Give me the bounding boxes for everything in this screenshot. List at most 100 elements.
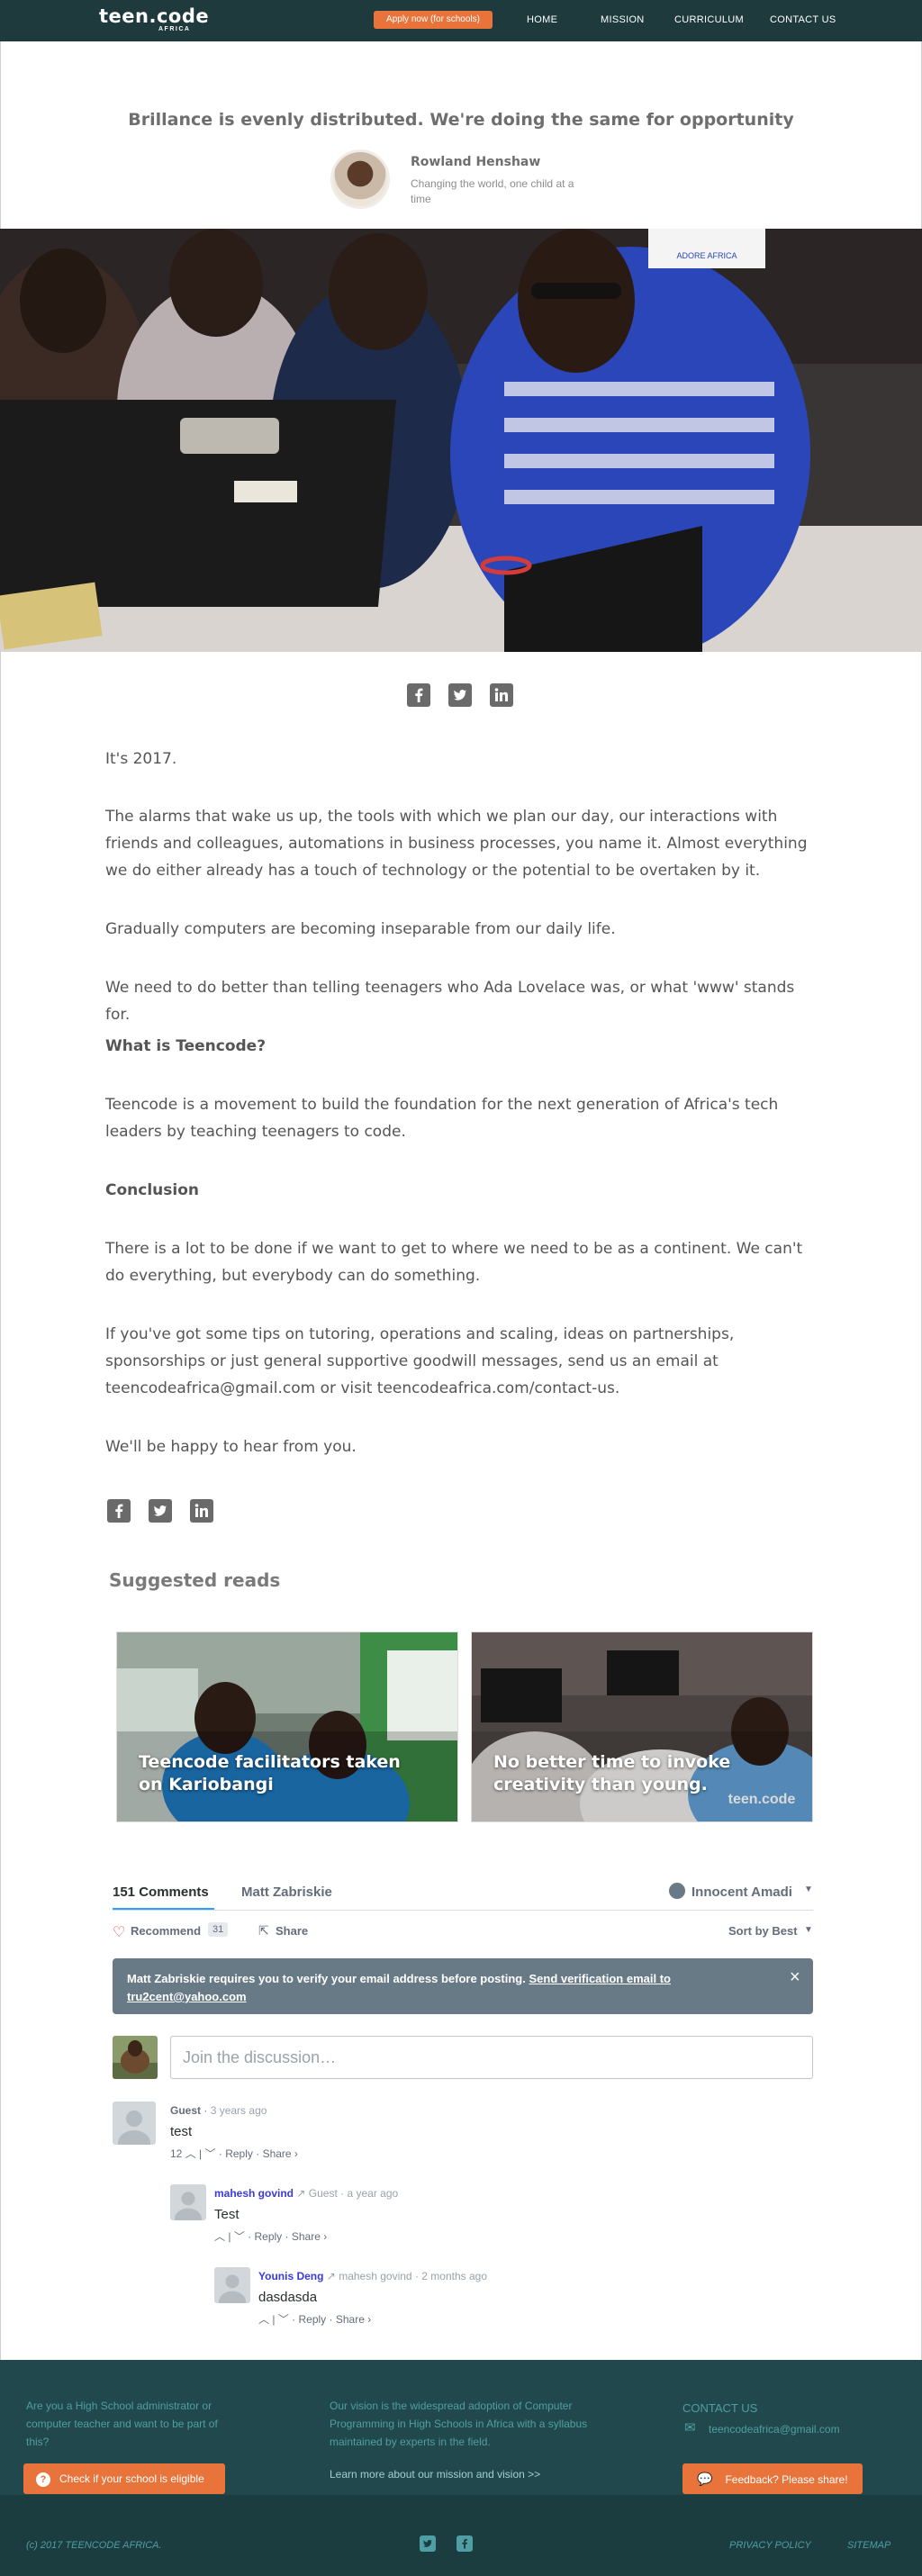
sitemap-link[interactable]: SITEMAP bbox=[847, 2536, 890, 2554]
twitter-icon[interactable] bbox=[149, 1499, 172, 1523]
suggested-card[interactable]: Teencode facilitators taken on Kariobang… bbox=[116, 1631, 458, 1822]
user-avatar[interactable] bbox=[669, 1883, 685, 1899]
article-headline: Brillance is evenly distributed. We're d… bbox=[128, 110, 794, 130]
verify-text: Matt Zabriskie requires you to verify yo… bbox=[127, 1972, 526, 1985]
check-eligibility-button[interactable]: ? Check if your school is eligible bbox=[23, 2463, 225, 2494]
user-name-menu[interactable]: Innocent Amadi bbox=[692, 1885, 792, 1900]
author-avatar bbox=[330, 149, 390, 209]
downvote-icon[interactable]: ﹀ bbox=[278, 2313, 289, 2326]
apply-now-button[interactable]: Apply now (for schools) bbox=[374, 11, 493, 29]
author-name[interactable]: Rowland Henshaw bbox=[411, 155, 540, 169]
share-icon[interactable]: ⇱ bbox=[258, 1923, 269, 1939]
twitter-icon[interactable] bbox=[420, 2535, 436, 2552]
reply-link[interactable]: Reply bbox=[299, 2313, 327, 2326]
suggested-card[interactable]: teen.code No better time to invoke creat… bbox=[471, 1631, 813, 1822]
nav-link-contact-us[interactable]: CONTACT US bbox=[770, 14, 836, 25]
comment-actions: 12 ︿ | ﹀ · Reply · Share › bbox=[170, 2147, 298, 2160]
comment-author[interactable]: Younis Deng bbox=[258, 2270, 323, 2282]
comment-input[interactable]: Join the discussion… bbox=[170, 2036, 813, 2079]
chat-bubble-icon: 💬 bbox=[697, 2472, 713, 2486]
comment-author[interactable]: Guest bbox=[170, 2104, 201, 2117]
facebook-icon[interactable] bbox=[107, 1499, 131, 1523]
share-link[interactable]: Share › bbox=[292, 2230, 327, 2243]
linkedin-icon[interactable] bbox=[490, 683, 513, 707]
recommend-count: 31 bbox=[208, 1922, 229, 1937]
privacy-policy-link[interactable]: PRIVACY POLICY bbox=[729, 2536, 811, 2554]
downvote-icon[interactable]: ﹀ bbox=[234, 2230, 245, 2243]
share-button[interactable]: Share bbox=[276, 1924, 308, 1938]
heart-icon[interactable]: ♡ bbox=[113, 1923, 125, 1941]
suggested-card-title: No better time to invoke creativity than… bbox=[493, 1752, 731, 1794]
mission-vision-link[interactable]: Learn more about our mission and vision … bbox=[330, 2465, 540, 2483]
verify-message: Matt Zabriskie requires you to verify yo… bbox=[127, 1970, 739, 2006]
linkedin-icon[interactable] bbox=[190, 1499, 213, 1523]
comment-time[interactable]: 2 months ago bbox=[421, 2270, 487, 2282]
current-user-avatar bbox=[113, 2036, 158, 2079]
nav-link-curriculum[interactable]: CURRICULUM bbox=[674, 14, 744, 25]
verification-email-link[interactable]: tru2cent@yahoo.com bbox=[127, 1990, 247, 2003]
contact-us-title: CONTACT US bbox=[682, 2401, 758, 2415]
comments-count-tab[interactable]: 151 Comments bbox=[113, 1885, 209, 1900]
facebook-icon[interactable] bbox=[456, 2535, 473, 2552]
upvote-icon[interactable]: ︿ bbox=[214, 2230, 225, 2243]
reply-arrow-icon: ↗ bbox=[296, 2187, 306, 2200]
nav-link-mission[interactable]: MISSION bbox=[601, 14, 645, 25]
contact-email-link[interactable]: teencodeafrica@gmail.com bbox=[709, 2420, 840, 2438]
comment-avatar[interactable] bbox=[113, 2101, 156, 2145]
article-paragraph: We need to do better than telling teenag… bbox=[105, 979, 795, 1024]
close-icon[interactable]: × bbox=[790, 1967, 800, 1988]
comment-actions: ︿ | ﹀ · Reply · Share › bbox=[258, 2313, 372, 2326]
suggested-card-title: Teencode facilitators taken on Kariobang… bbox=[139, 1752, 401, 1794]
question-icon: ? bbox=[36, 2472, 50, 2487]
feedback-label: Feedback? Please share! bbox=[725, 2473, 848, 2486]
comment-input-placeholder: Join the discussion… bbox=[183, 2048, 337, 2066]
reply-link[interactable]: Reply bbox=[255, 2230, 283, 2243]
article-paragraph: It's 2017. bbox=[105, 750, 177, 768]
verify-email-banner: Matt Zabriskie requires you to verify yo… bbox=[113, 1958, 813, 2014]
site-logo-subtitle: AFRICA bbox=[158, 26, 191, 32]
comment-actions: ︿ | ﹀ · Reply · Share › bbox=[214, 2230, 328, 2243]
comment-meta: Younis Deng ↗ mahesh govind · 2 months a… bbox=[258, 2270, 487, 2282]
facebook-icon[interactable] bbox=[407, 683, 430, 707]
footer-schools-text: Are you a High School administrator or c… bbox=[26, 2400, 218, 2448]
section-heading: What is Teencode? bbox=[105, 1037, 267, 1055]
comment-time[interactable]: a year ago bbox=[347, 2187, 398, 2200]
send-verification-link[interactable]: Send verification email to bbox=[529, 1972, 671, 1985]
comment-separator: · bbox=[414, 2270, 419, 2282]
nav-link-home[interactable]: HOME bbox=[527, 14, 557, 25]
share-link[interactable]: Share › bbox=[336, 2313, 371, 2326]
article-paragraph: Gradually computers are becoming insepar… bbox=[105, 920, 616, 938]
comment-time[interactable]: 3 years ago bbox=[211, 2104, 267, 2117]
article-paragraph: If you've got some tips on tutoring, ope… bbox=[105, 1325, 735, 1397]
hero-photo: ADORE AFRICA bbox=[0, 229, 922, 652]
upvote-icon[interactable]: ︿ bbox=[185, 2147, 196, 2160]
reply-to-author[interactable]: mahesh govind bbox=[339, 2270, 411, 2282]
chevron-down-icon[interactable]: ▼ bbox=[804, 1885, 813, 1894]
reply-to-author[interactable]: Guest bbox=[309, 2187, 338, 2200]
community-tab[interactable]: Matt Zabriskie bbox=[241, 1885, 332, 1900]
comment-avatar[interactable] bbox=[170, 2184, 206, 2220]
recommend-button[interactable]: Recommend bbox=[131, 1924, 201, 1938]
vote-count: 12 bbox=[170, 2147, 183, 2160]
top-navbar: teen.code AFRICA Apply now (for schools)… bbox=[0, 0, 922, 41]
comment-text: Test bbox=[214, 2207, 240, 2222]
footer-vision-text: Our vision is the widespread adoption of… bbox=[330, 2400, 588, 2448]
comment-avatar[interactable] bbox=[214, 2267, 250, 2303]
site-logo[interactable]: teen.code bbox=[99, 5, 209, 27]
twitter-icon[interactable] bbox=[448, 683, 472, 707]
feedback-button[interactable]: 💬 Feedback? Please share! bbox=[682, 2463, 863, 2494]
upvote-icon[interactable]: ︿ bbox=[258, 2313, 269, 2326]
downvote-icon[interactable]: ﹀ bbox=[205, 2147, 216, 2160]
tab-divider bbox=[113, 1910, 813, 1911]
comment-author[interactable]: mahesh govind bbox=[214, 2187, 294, 2200]
photo-sign-text: ADORE AFRICA bbox=[676, 251, 737, 260]
footer-bottom-bar: (c) 2017 TEENCODE AFRICA. PRIVACY POLICY… bbox=[0, 2495, 922, 2576]
comment-separator: · bbox=[203, 2104, 208, 2117]
comment-meta: mahesh govind ↗ Guest · a year ago bbox=[214, 2187, 398, 2200]
footer: Are you a High School administrator or c… bbox=[0, 2360, 922, 2495]
reply-link[interactable]: Reply bbox=[225, 2147, 253, 2160]
share-link[interactable]: Share › bbox=[263, 2147, 298, 2160]
chevron-down-icon[interactable]: ▼ bbox=[804, 1925, 813, 1935]
author-bio: Changing the world, one child at a time bbox=[411, 177, 574, 205]
sort-dropdown[interactable]: Sort by Best bbox=[728, 1924, 798, 1938]
